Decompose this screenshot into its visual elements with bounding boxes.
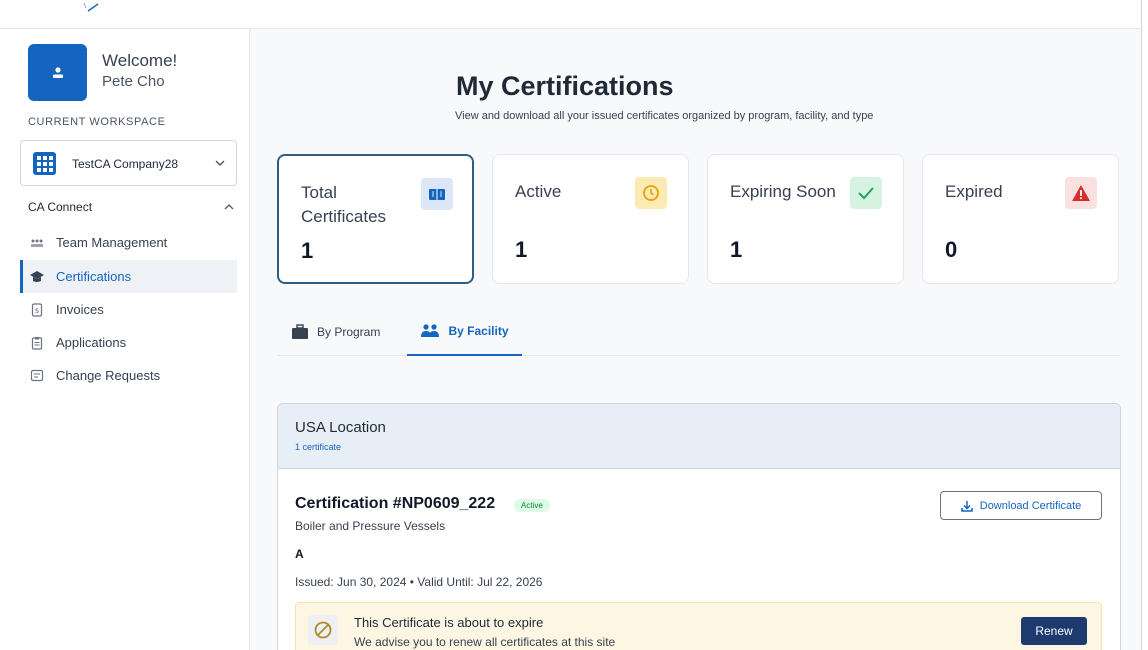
book-icon — [421, 178, 453, 210]
workspace-label: CURRENT WORKSPACE — [28, 116, 166, 128]
stat-card-expiring[interactable]: Expiring Soon 1 — [707, 154, 904, 284]
stat-card-active[interactable]: Active 1 — [492, 154, 689, 284]
sidebar-item-label: Invoices — [56, 302, 104, 317]
clock-icon — [635, 177, 667, 209]
stat-label: Active — [515, 182, 562, 201]
sidebar-item-change-requests[interactable]: Change Requests — [20, 359, 237, 392]
sidebar-item-team-management[interactable]: Team Management — [20, 226, 237, 259]
welcome-text: Welcome! — [102, 51, 178, 70]
user-name: Pete Cho — [102, 73, 165, 90]
sidebar-item-label: Change Requests — [56, 368, 161, 383]
page-subtitle: View and download all your issued certif… — [455, 110, 874, 122]
invoice-icon: $ — [29, 302, 45, 317]
stat-label: Expired — [945, 182, 1003, 201]
users-icon — [420, 323, 440, 339]
chevron-down-icon — [215, 160, 225, 166]
window-edge — [1141, 0, 1148, 650]
grid-icon — [33, 152, 56, 175]
user-icon — [52, 66, 63, 78]
brand-logo — [83, 2, 99, 12]
sidebar-item-applications[interactable]: Applications — [20, 326, 237, 359]
warning-title: This Certificate is about to expire — [354, 615, 544, 630]
sidebar: Welcome! Pete Cho CURRENT WORKSPACE Test… — [0, 29, 250, 650]
expiry-warning: This Certificate is about to expire We a… — [295, 602, 1102, 650]
certificate-grade: A — [295, 547, 304, 561]
stat-label: Expiring Soon — [730, 182, 836, 201]
graduation-cap-icon — [29, 270, 45, 284]
stat-label: Total Certificates — [301, 183, 387, 226]
stat-value: 1 — [515, 237, 528, 262]
tab-by-facility[interactable]: By Facility — [407, 307, 522, 356]
top-bar — [0, 0, 1148, 29]
chevron-up-icon — [224, 204, 234, 210]
workspace-select[interactable]: TestCA Company28 — [20, 140, 237, 186]
tab-label: By Facility — [448, 323, 509, 338]
sidebar-item-label: Team Management — [56, 235, 168, 250]
status-badge: Active — [514, 499, 550, 512]
certificate-type: Boiler and Pressure Vessels — [295, 519, 446, 533]
sidebar-item-label: Applications — [56, 335, 127, 350]
download-certificate-button[interactable]: Download Certificate — [940, 491, 1102, 520]
view-tabs: By Program By Facility — [277, 307, 1120, 356]
download-label: Download Certificate — [979, 499, 1082, 512]
stat-card-expired[interactable]: Expired 0 — [922, 154, 1119, 284]
workspace-name: TestCA Company28 — [72, 157, 179, 171]
warning-text: We advise you to renew all certificates … — [354, 635, 616, 649]
facility-group: USA Location 1 certificate Certification… — [277, 403, 1121, 650]
sidebar-item-certifications[interactable]: Certifications — [20, 260, 237, 293]
avatar[interactable] — [28, 44, 87, 101]
prohibited-icon — [308, 615, 338, 645]
sidebar-item-label: Certifications — [56, 269, 132, 284]
stat-card-total[interactable]: Total Certificates 1 — [277, 154, 474, 284]
briefcase-icon — [291, 323, 309, 340]
sidebar-item-invoices[interactable]: $ Invoices — [20, 293, 237, 326]
check-icon — [850, 177, 882, 209]
tab-by-program[interactable]: By Program — [291, 307, 389, 356]
tab-label: By Program — [317, 324, 381, 339]
certificate-dates: Issued: Jun 30, 2024 • Valid Until: Jul … — [295, 575, 543, 589]
facility-name: USA Location — [295, 419, 386, 436]
renew-button[interactable]: Renew — [1021, 617, 1087, 645]
svg-text:$: $ — [35, 307, 39, 315]
facility-header[interactable]: USA Location 1 certificate — [278, 404, 1120, 469]
stat-value: 1 — [730, 237, 743, 262]
clipboard-icon — [29, 336, 45, 350]
download-icon — [961, 500, 973, 512]
stat-value: 0 — [945, 237, 958, 262]
change-request-icon — [29, 369, 45, 382]
section-ca-connect[interactable]: CA Connect — [28, 200, 235, 214]
team-icon — [29, 238, 45, 248]
facility-cert-count: 1 certificate — [295, 442, 342, 452]
section-label: CA Connect — [28, 200, 93, 214]
main-content: My Certifications View and download all … — [250, 29, 1141, 650]
certificate-title: Certification #NP0609_222 — [295, 495, 496, 512]
stat-value: 1 — [301, 238, 314, 263]
warning-icon — [1065, 177, 1097, 209]
